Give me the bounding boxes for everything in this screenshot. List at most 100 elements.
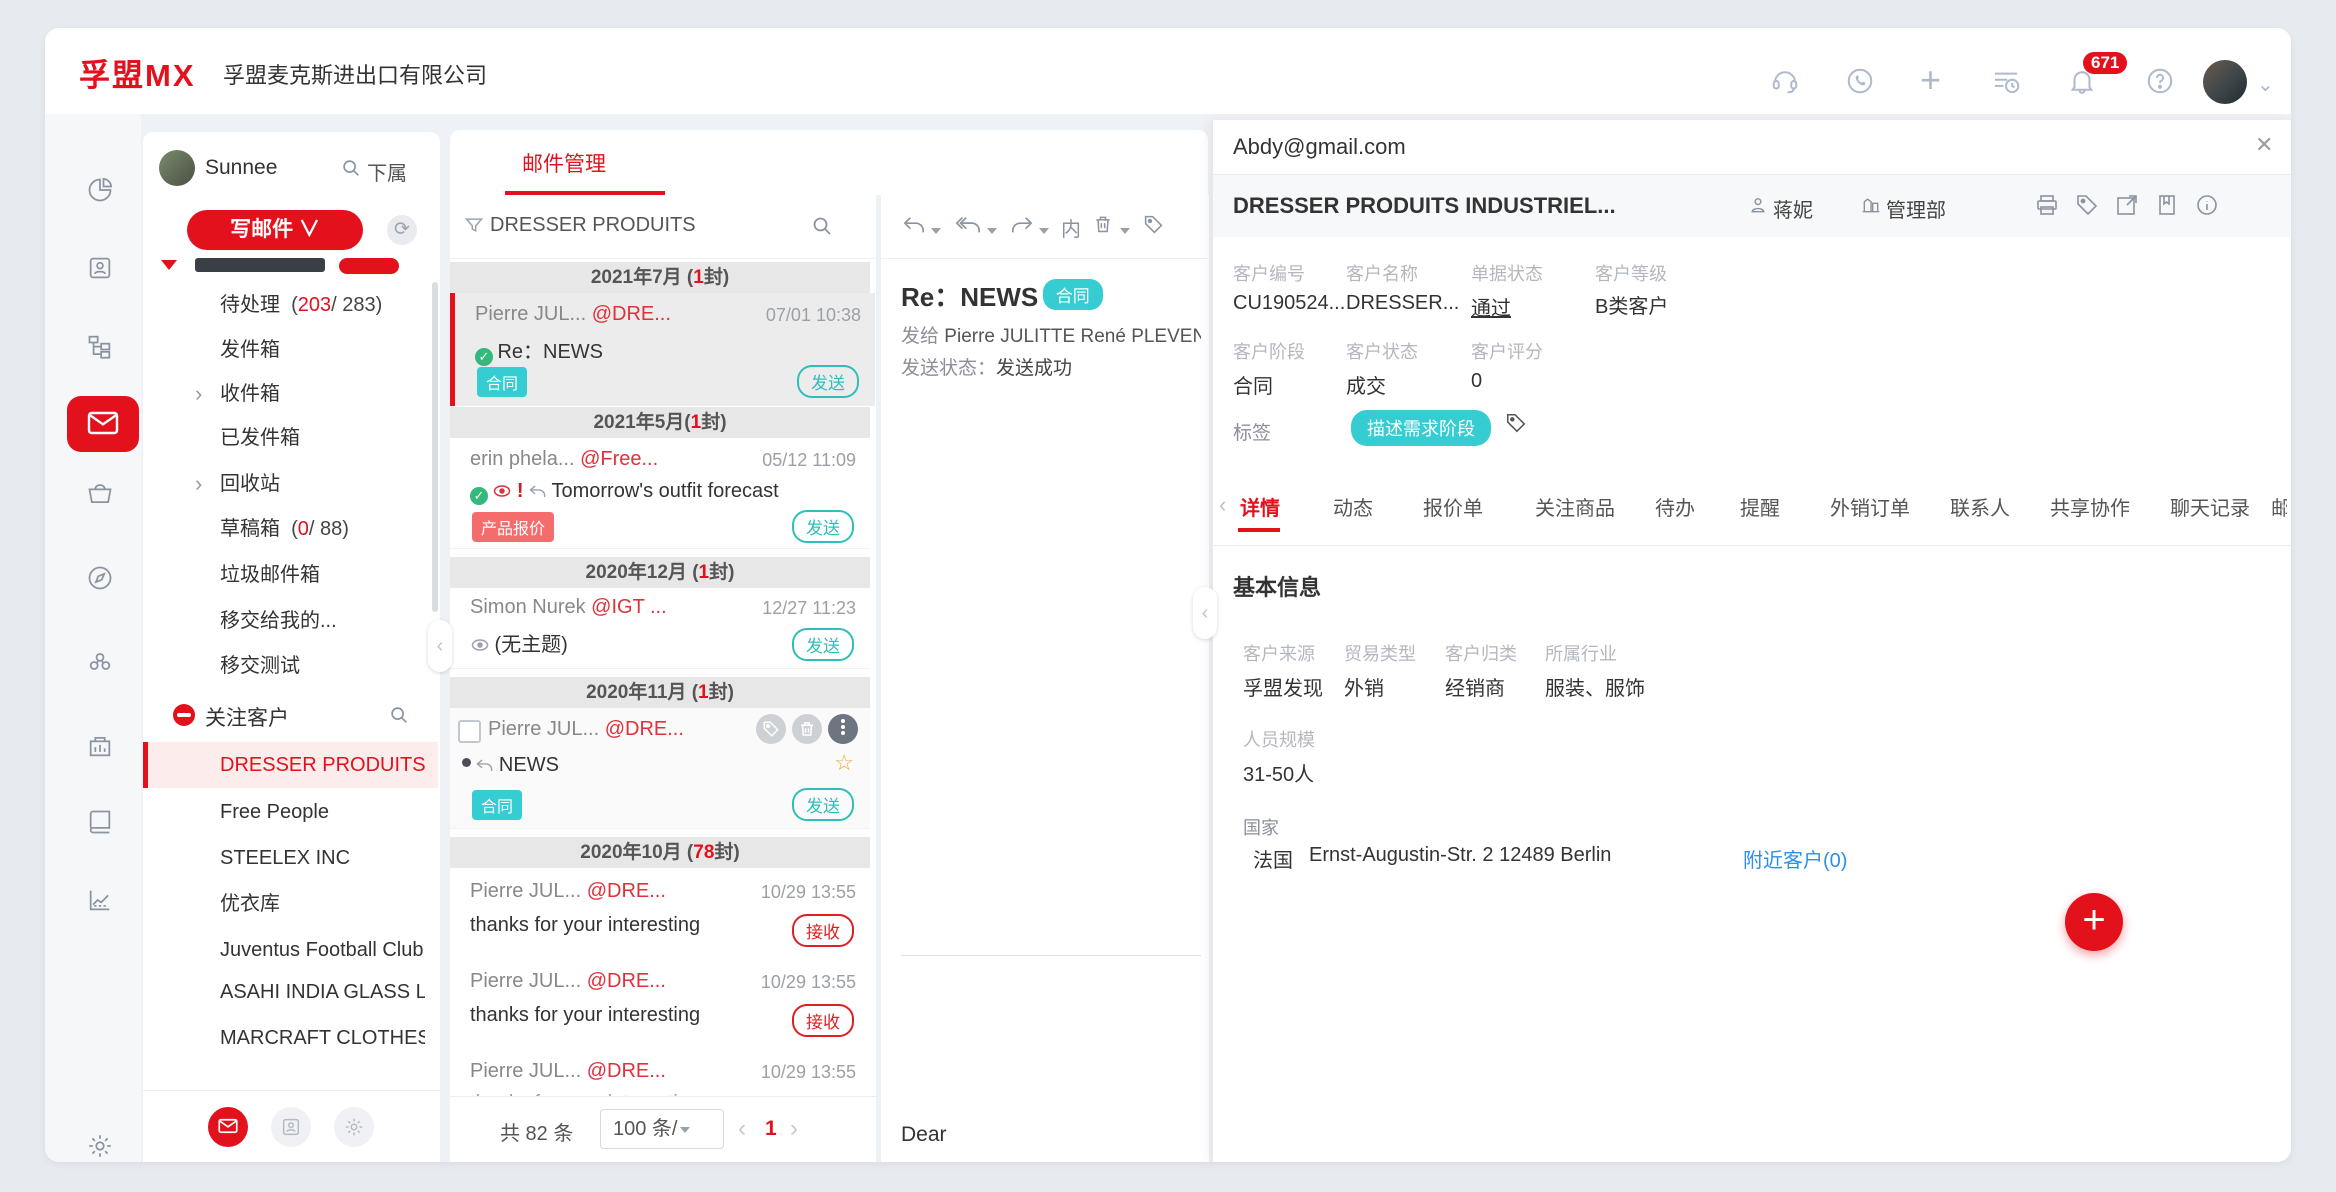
knowledge-book-icon[interactable] — [86, 808, 114, 836]
department-name[interactable]: 管理部 — [1886, 194, 1946, 223]
owner-name[interactable]: 蒋妮 — [1773, 194, 1813, 223]
refresh-icon[interactable]: ⟳ — [387, 215, 417, 245]
nearby-customers-link[interactable]: 附近客户(0) — [1743, 844, 1847, 873]
sidebar-item-spam[interactable]: 垃圾邮件箱 — [143, 553, 440, 597]
org-structure-icon[interactable] — [86, 332, 114, 360]
sidebar-scrollbar[interactable] — [432, 282, 438, 612]
mail-item[interactable]: Pierre JUL... @DRE... 10/29 13:55 thanks… — [450, 868, 870, 959]
subordinate-search-icon[interactable] — [340, 157, 362, 179]
star-icon[interactable]: ☆ — [834, 750, 854, 776]
settings-gear-icon[interactable] — [86, 1132, 114, 1160]
forward-caret-icon[interactable] — [1036, 223, 1049, 241]
customer-item[interactable]: STEELEX INC — [143, 835, 433, 881]
sidebar-user-avatar[interactable] — [159, 150, 195, 186]
print-icon[interactable] — [2035, 193, 2059, 217]
info-icon[interactable] — [2195, 193, 2219, 217]
quick-settings-icon[interactable] — [334, 1107, 374, 1147]
sidebar-item-drafts[interactable]: 草稿箱 (0/ 88) — [143, 507, 440, 551]
mail-item[interactable]: Pierre JUL... @DRE... 10/29 13:55 thanks… — [450, 958, 870, 1049]
support-headset-icon[interactable] — [1770, 66, 1800, 96]
fab-add-button[interactable]: + — [2065, 893, 2123, 951]
tab-export-orders[interactable]: 外销订单 — [1830, 492, 1910, 521]
mail-item[interactable]: Pierre JUL... @DRE... 10/29 13:55 thanks… — [450, 1048, 870, 1096]
customer-item[interactable]: 优衣库 — [143, 881, 433, 927]
tab-watched-products[interactable]: 关注商品 — [1535, 492, 1615, 521]
tab-quotes[interactable]: 报价单 — [1423, 492, 1483, 521]
reply-caret-icon[interactable] — [928, 223, 941, 241]
delete-caret-icon[interactable] — [1117, 223, 1130, 241]
prev-page-button[interactable]: ‹ — [738, 1115, 746, 1143]
customer-item-dresser[interactable]: DRESSER PRODUITS I... — [143, 742, 438, 788]
sidebar-item-trash[interactable]: ›回收站 — [143, 462, 440, 506]
list-search-icon[interactable] — [810, 214, 834, 238]
tab-mail-management[interactable]: 邮件管理 — [522, 148, 606, 178]
compose-button[interactable]: 写邮件 ∨ — [187, 210, 363, 250]
expand-chevron-icon[interactable]: › — [195, 372, 202, 416]
tab-activity[interactable]: 动态 — [1333, 492, 1373, 521]
hover-tag-icon[interactable] — [756, 714, 786, 744]
whatsapp-icon[interactable] — [1845, 66, 1875, 96]
mail-item-hovered[interactable]: Pierre JUL... @DRE... NEWS ☆ 合同 发送 — [450, 708, 870, 829]
mail-tag[interactable]: 产品报价 — [472, 512, 554, 542]
sidebar-item-transfer-test[interactable]: 移交测试 — [143, 644, 440, 688]
current-page[interactable]: 1 — [765, 1117, 777, 1141]
expand-chevron-icon[interactable]: › — [195, 462, 202, 506]
reply-all-button[interactable] — [955, 215, 981, 235]
report-chart-icon[interactable] — [86, 886, 114, 914]
forward-button[interactable] — [1011, 215, 1033, 235]
sidebar-item-outbox[interactable]: 发件箱 — [143, 328, 440, 372]
tab-contacts[interactable]: 联系人 — [1950, 492, 2010, 521]
mail-item[interactable]: Simon Nurek @IGT ... 12/27 11:23 (无主题) 发… — [450, 588, 870, 669]
edit-icon[interactable] — [2115, 193, 2139, 217]
mail-tag[interactable]: 合同 — [472, 790, 522, 820]
note-icon[interactable] — [2155, 193, 2179, 217]
tab-chat-history[interactable]: 聊天记录 — [2170, 492, 2250, 521]
account-chevron-down-icon[interactable]: ⌄ — [2257, 72, 2274, 97]
orders-basket-icon[interactable] — [86, 480, 114, 508]
mail-checkbox[interactable] — [458, 720, 481, 743]
user-avatar[interactable] — [2203, 60, 2247, 104]
subordinates-link[interactable]: 下属 — [367, 157, 407, 186]
customer-item[interactable]: Free People — [143, 789, 433, 835]
reply-button[interactable] — [903, 215, 925, 235]
add-tag-icon[interactable] — [1505, 412, 1527, 434]
page-size-select[interactable]: 100 条/ — [600, 1109, 724, 1149]
help-icon[interactable] — [2145, 66, 2175, 96]
customer-item[interactable]: ASAHI INDIA GLASS LTD — [143, 969, 433, 1015]
sidebar-item-pending[interactable]: 待处理 (203/ 283) — [143, 283, 440, 327]
filter-funnel-icon[interactable] — [464, 215, 484, 235]
contacts-card-icon[interactable] — [86, 254, 114, 282]
tabs-scroll-right[interactable]: › — [2279, 492, 2286, 518]
tab-details[interactable]: 详情 — [1240, 492, 1280, 521]
notifications-bell-icon[interactable]: 671 — [2067, 66, 2097, 96]
close-icon[interactable]: ✕ — [2255, 132, 2273, 158]
reply-all-caret-icon[interactable] — [984, 223, 997, 241]
mail-tag[interactable]: 合同 — [477, 367, 527, 397]
customer-item[interactable]: MARCRAFT CLOTHES ... — [143, 1015, 433, 1061]
internal-forward-button[interactable]: 内 — [1061, 213, 1081, 242]
enterprise-icon[interactable] — [86, 732, 114, 760]
quick-mail-icon[interactable] — [208, 1107, 248, 1147]
customer-search-icon[interactable] — [388, 704, 410, 726]
watch-customers-header[interactable]: 关注客户 — [143, 692, 440, 738]
mail-item[interactable]: Pierre JUL... @DRE... 07/01 10:38 ✓ Re：N… — [450, 293, 875, 406]
delete-button[interactable] — [1093, 213, 1113, 235]
sidebar-item-inbox[interactable]: ›收件箱 — [143, 372, 440, 416]
tab-reminder[interactable]: 提醒 — [1740, 492, 1780, 521]
quick-contacts-icon[interactable] — [271, 1107, 311, 1147]
next-page-button[interactable]: › — [790, 1115, 798, 1143]
tag-icon[interactable] — [2075, 193, 2099, 217]
detail-tag[interactable]: 合同 — [1043, 279, 1103, 310]
task-history-icon[interactable] — [1990, 66, 2022, 96]
customer-tag-pill[interactable]: 描述需求阶段 — [1351, 410, 1491, 446]
tabs-scroll-left[interactable]: ‹ — [1219, 492, 1226, 518]
mail-module-active[interactable] — [67, 396, 139, 452]
tab-todo[interactable]: 待办 — [1655, 492, 1695, 521]
hover-delete-icon[interactable] — [792, 714, 822, 744]
mail-item[interactable]: erin phela... @Free... 05/12 11:09 ✓ ! T… — [450, 438, 870, 549]
hover-more-icon[interactable] — [828, 714, 858, 744]
detail-collapse-handle[interactable]: ‹ — [1193, 587, 1217, 639]
field-value-link[interactable]: 通过 — [1471, 292, 1511, 321]
collaboration-icon[interactable] — [86, 648, 114, 676]
dashboard-pie-icon[interactable] — [86, 176, 114, 204]
